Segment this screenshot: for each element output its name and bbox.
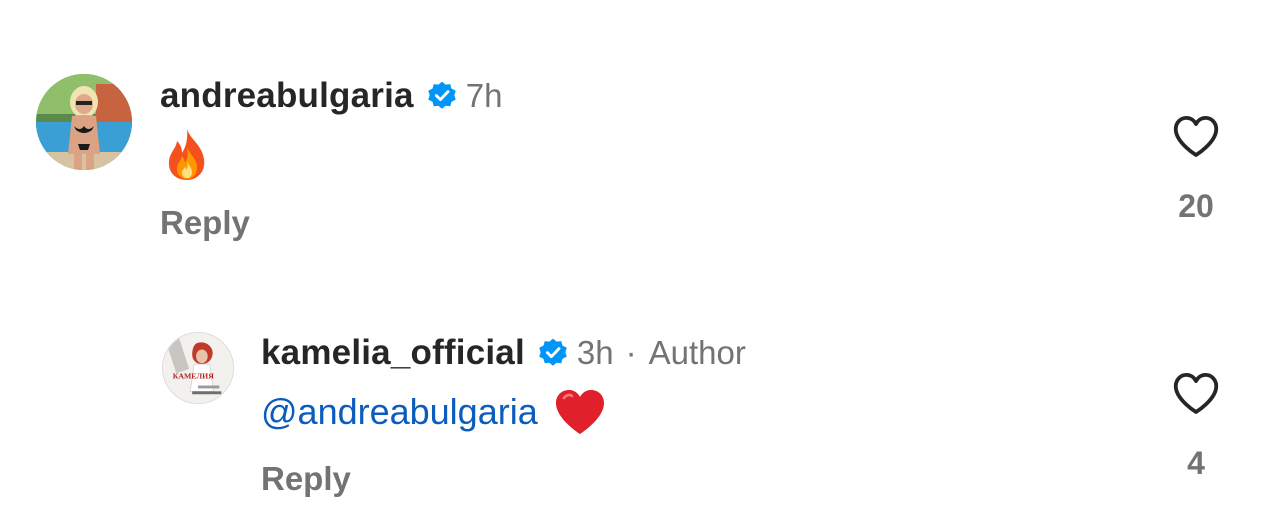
username[interactable]: kamelia_official — [261, 333, 525, 373]
timestamp: 7h — [465, 77, 503, 114]
comment-andreabulgaria: andreabulgaria 7h Reply 20 — [0, 0, 1280, 260]
mention-link[interactable]: @andreabulgaria — [261, 391, 538, 433]
heart-outline-icon[interactable] — [1169, 367, 1223, 421]
heart-outline-icon[interactable] — [1169, 110, 1223, 164]
timestamp: 3h — [576, 334, 614, 371]
album-cover-avatar: КАМЕЛИЯ — [163, 333, 233, 403]
verified-badge-icon — [537, 337, 569, 369]
comment-header: kamelia_official 3h · Author — [261, 331, 746, 375]
like-count: 4 — [1187, 445, 1205, 481]
red-heart-emoji — [554, 388, 606, 436]
beach-photo-avatar — [36, 74, 132, 170]
comment-body: @andreabulgaria — [261, 384, 606, 440]
comment-body — [164, 126, 210, 182]
verified-badge-icon — [426, 80, 458, 112]
separator-dot: · — [625, 334, 637, 371]
fire-emoji — [164, 127, 210, 181]
username[interactable]: andreabulgaria — [160, 76, 414, 116]
avatar[interactable]: КАМЕЛИЯ — [162, 332, 234, 404]
avatar[interactable] — [36, 74, 132, 170]
reply-button[interactable]: Reply — [261, 460, 351, 498]
author-label: Author — [648, 334, 746, 371]
comment-header: andreabulgaria 7h — [160, 74, 502, 118]
reply-button[interactable]: Reply — [160, 204, 250, 242]
like-count: 20 — [1178, 188, 1214, 224]
comment-kamelia_official: КАМЕЛИЯ kamelia_official 3h · Author @an… — [0, 300, 1280, 529]
avatar-cover-title: КАМЕЛИЯ — [173, 372, 214, 381]
